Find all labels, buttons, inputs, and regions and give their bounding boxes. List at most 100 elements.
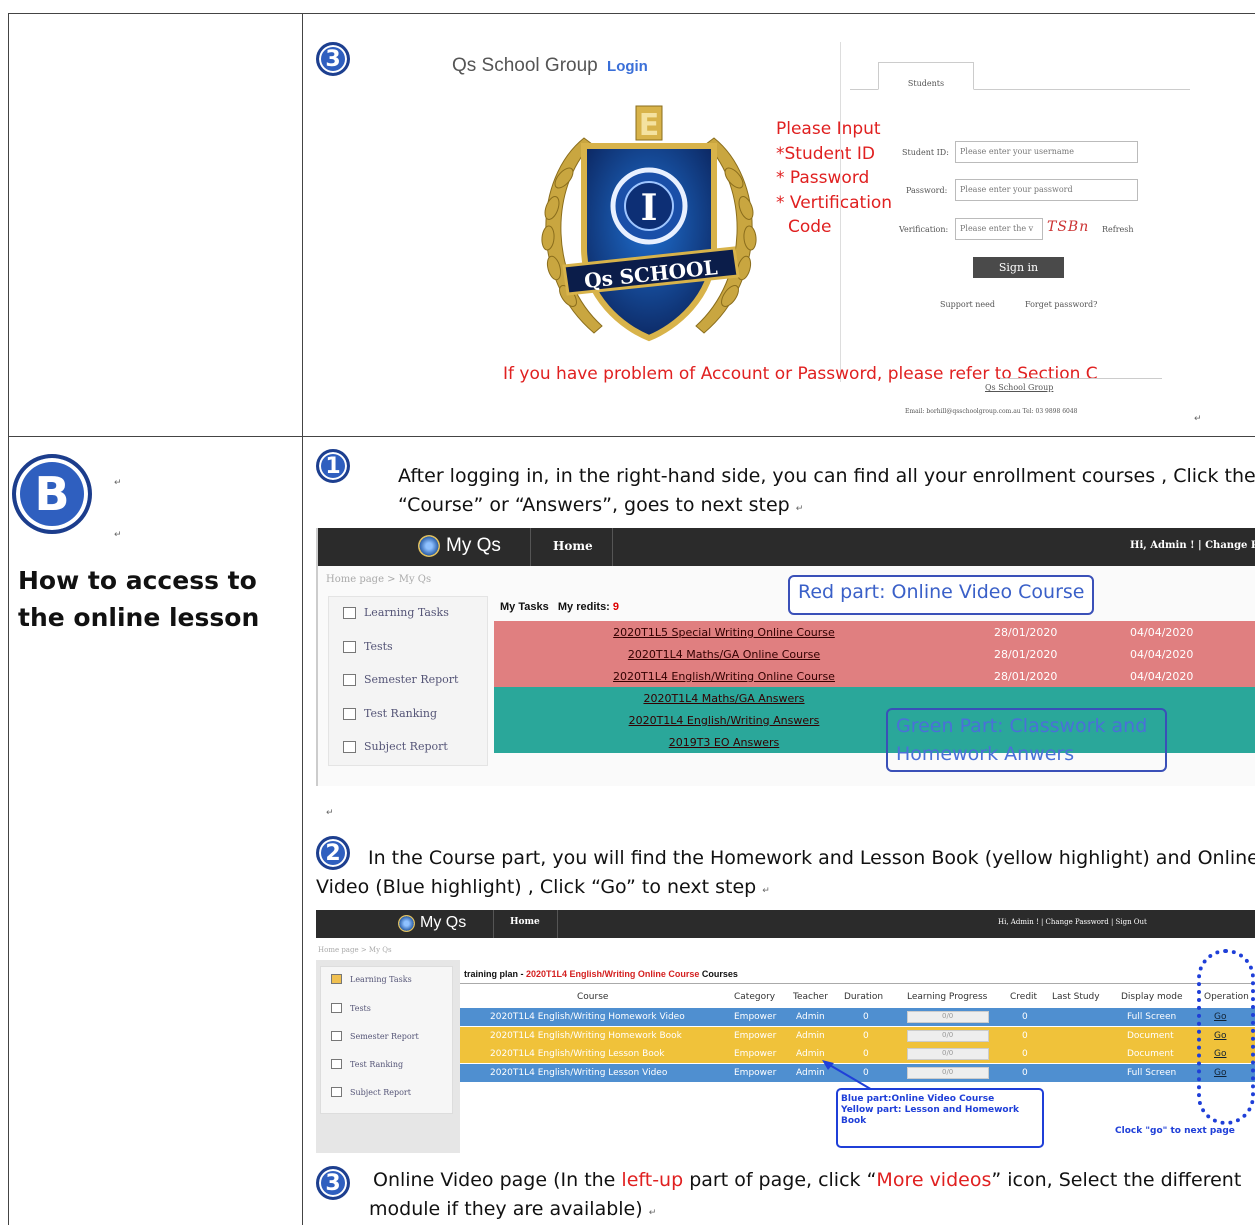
task-row[interactable]: 2020T1L4 Maths/GA Answers bbox=[494, 687, 1255, 709]
instruction-line: * Vertification bbox=[776, 192, 893, 213]
task-row[interactable]: 2020T1L4 English/Writing Online Course 28… bbox=[494, 665, 1255, 687]
credit-cell: 0 bbox=[1022, 1012, 1028, 1022]
sidebar-item-learning-tasks[interactable]: Learning Tasks bbox=[343, 606, 449, 619]
training-plan-title: training plan - 2020T1L4 English/Writing… bbox=[464, 969, 738, 979]
sidebar-item-subject-report[interactable]: Subject Report bbox=[343, 740, 448, 753]
login-brand-heading: Qs School Group Login bbox=[452, 55, 648, 77]
date-cell: 28/01/2020 bbox=[994, 669, 1058, 683]
learning-progress-bar: 0/0 bbox=[907, 1029, 989, 1042]
user-menu[interactable]: Hi, Admin ! | Change Password | Sign Out bbox=[998, 918, 1147, 926]
sidebar-item-learning-tasks[interactable]: Learning Tasks bbox=[331, 974, 412, 984]
go-note: Clock "go" to next page bbox=[1115, 1126, 1235, 1136]
course-link[interactable]: 2019T3 EO Answers bbox=[594, 736, 854, 749]
step-3-text-c: ” icon, Select the different bbox=[991, 1169, 1242, 1191]
course-link[interactable]: 2020T1L4 Maths/GA Online Course bbox=[594, 648, 854, 661]
sign-in-label: Sign in bbox=[998, 261, 1039, 274]
task-row[interactable]: 2020T1L4 Maths/GA Online Course 28/01/202… bbox=[494, 643, 1255, 665]
logo-letter-i: I bbox=[641, 187, 658, 229]
learning-progress-text: 0/0 bbox=[942, 1030, 954, 1039]
top-border bbox=[8, 13, 1255, 14]
students-tab[interactable]: Students bbox=[878, 62, 974, 90]
nav-separator bbox=[557, 910, 558, 938]
students-tab-label: Students bbox=[907, 79, 945, 88]
sidebar-item-test-ranking[interactable]: Test Ranking bbox=[331, 1059, 403, 1069]
step-2-line-2-text: Video (Blue highlight) , Click “Go” to n… bbox=[316, 876, 757, 898]
col-header: Teacher bbox=[793, 992, 828, 1002]
row-divider bbox=[8, 436, 1255, 437]
col-header: Duration bbox=[844, 992, 884, 1002]
student-id-input[interactable]: Please enter your username bbox=[955, 141, 1138, 163]
myqs-logo: My Qs bbox=[418, 535, 501, 557]
section-b-title: How to access to the online lesson bbox=[18, 566, 260, 632]
col-header: Category bbox=[734, 992, 776, 1002]
login-link[interactable]: Login bbox=[607, 58, 648, 75]
list-icon bbox=[331, 1003, 342, 1013]
sidebar-item-subject-report[interactable]: Subject Report bbox=[331, 1087, 411, 1097]
sidebar-item-label: Learning Tasks bbox=[350, 974, 412, 984]
display-mode-cell: Full Screen bbox=[1127, 1012, 1177, 1022]
category-cell: Empower bbox=[734, 1067, 777, 1078]
task-row[interactable]: 2020T1L5 Special Writing Online Course 28… bbox=[494, 621, 1255, 643]
display-mode-cell: Full Screen bbox=[1127, 1067, 1177, 1078]
learning-progress-bar: 0/0 bbox=[907, 1066, 989, 1079]
return-mark: ↵ bbox=[114, 530, 122, 540]
credit-cell: 0 bbox=[1022, 1049, 1028, 1059]
home-nav-link[interactable]: Home bbox=[510, 917, 540, 927]
learning-progress-text: 0/0 bbox=[942, 1067, 954, 1076]
sidebar-item-tests[interactable]: Tests bbox=[343, 640, 393, 653]
sidebar-item-label: Tests bbox=[350, 1003, 371, 1013]
course-link[interactable]: 2020T1L4 Maths/GA Answers bbox=[594, 692, 854, 705]
my-tasks-header: My Tasks My redits: 9 bbox=[500, 601, 619, 613]
course-link[interactable]: 2020T1L5 Special Writing Online Course bbox=[594, 626, 854, 639]
password-input[interactable]: Please enter your password bbox=[955, 179, 1138, 201]
calendar-icon bbox=[331, 1087, 342, 1097]
footer-line bbox=[1000, 378, 1162, 379]
section-b-letter: B bbox=[34, 467, 70, 521]
sidebar-item-test-ranking[interactable]: Test Ranking bbox=[343, 707, 437, 720]
logo-letter-e: E bbox=[639, 108, 660, 143]
date-cell: 28/01/2020 bbox=[994, 625, 1058, 639]
user-menu[interactable]: Hi, Admin ! | Change P bbox=[1130, 540, 1255, 551]
red-part-callout: Red part: Online Video Course bbox=[788, 575, 1095, 615]
credits-label: My redits: bbox=[557, 601, 610, 613]
support-link[interactable]: Support need bbox=[940, 300, 995, 309]
sidebar-item-label: Semester Report bbox=[350, 1031, 419, 1041]
section-b-badge: B bbox=[12, 454, 92, 534]
account-problem-note: If you have problem of Account or Passwo… bbox=[503, 364, 1098, 384]
plan-prefix: training plan - bbox=[464, 969, 526, 979]
return-mark: ↵ bbox=[326, 808, 334, 818]
sidebar-item-tests[interactable]: Tests bbox=[331, 1003, 371, 1013]
col-header: Course bbox=[577, 992, 609, 1002]
refresh-link[interactable]: Refresh bbox=[1102, 225, 1134, 234]
color-legend-callout: Blue part:Online Video Course Yellow par… bbox=[836, 1088, 1044, 1148]
home-nav-link[interactable]: Home bbox=[553, 539, 593, 553]
forget-password-link[interactable]: Forget password? bbox=[1025, 300, 1097, 309]
sidebar-item-semester-report[interactable]: Semester Report bbox=[343, 673, 458, 686]
step-1-line-2-text: “Course” or “Answers”, goes to next step bbox=[398, 494, 790, 516]
sidebar-item-semester-report[interactable]: Semester Report bbox=[331, 1031, 419, 1041]
step-1-badge: 1 bbox=[316, 449, 350, 483]
category-cell: Empower bbox=[734, 1012, 777, 1022]
sidebar-item-label: Semester Report bbox=[364, 673, 459, 686]
step-3-badge: 3 bbox=[316, 1166, 350, 1200]
legend-line-2: Yellow part: Lesson and Homework bbox=[841, 1105, 1020, 1115]
captcha-image[interactable]: TSBn bbox=[1047, 219, 1089, 235]
course-link[interactable]: 2020T1L4 English/Writing Answers bbox=[594, 714, 854, 727]
course-row[interactable]: 2020T1L4 English/Writing Homework Video E… bbox=[460, 1008, 1255, 1026]
verification-input[interactable]: Please enter the v bbox=[955, 218, 1043, 240]
breadcrumb: Home page > My Qs bbox=[318, 946, 392, 954]
step-2-line-1: In the Course part, you will find the Ho… bbox=[368, 847, 1255, 869]
step-3-line-2-text: module if they are available) bbox=[369, 1198, 643, 1220]
step-1-line-1: After logging in, in the right-hand side… bbox=[398, 465, 1255, 487]
green-part-line-2: Homework Anwers bbox=[896, 743, 1075, 765]
course-row[interactable]: 2020T1L4 English/Writing Homework Book Em… bbox=[460, 1026, 1255, 1045]
instruction-line: Please Input bbox=[776, 119, 881, 139]
course-name-cell: 2020T1L4 English/Writing Homework Video bbox=[490, 1012, 685, 1022]
calendar-icon bbox=[343, 707, 356, 720]
sign-in-button[interactable]: Sign in bbox=[973, 257, 1064, 278]
credit-cell: 0 bbox=[1022, 1030, 1028, 1041]
list-icon bbox=[343, 606, 356, 619]
sidebar-item-label: Learning Tasks bbox=[364, 606, 449, 619]
course-table-rule bbox=[460, 983, 1255, 984]
course-link[interactable]: 2020T1L4 English/Writing Online Course bbox=[594, 670, 854, 683]
